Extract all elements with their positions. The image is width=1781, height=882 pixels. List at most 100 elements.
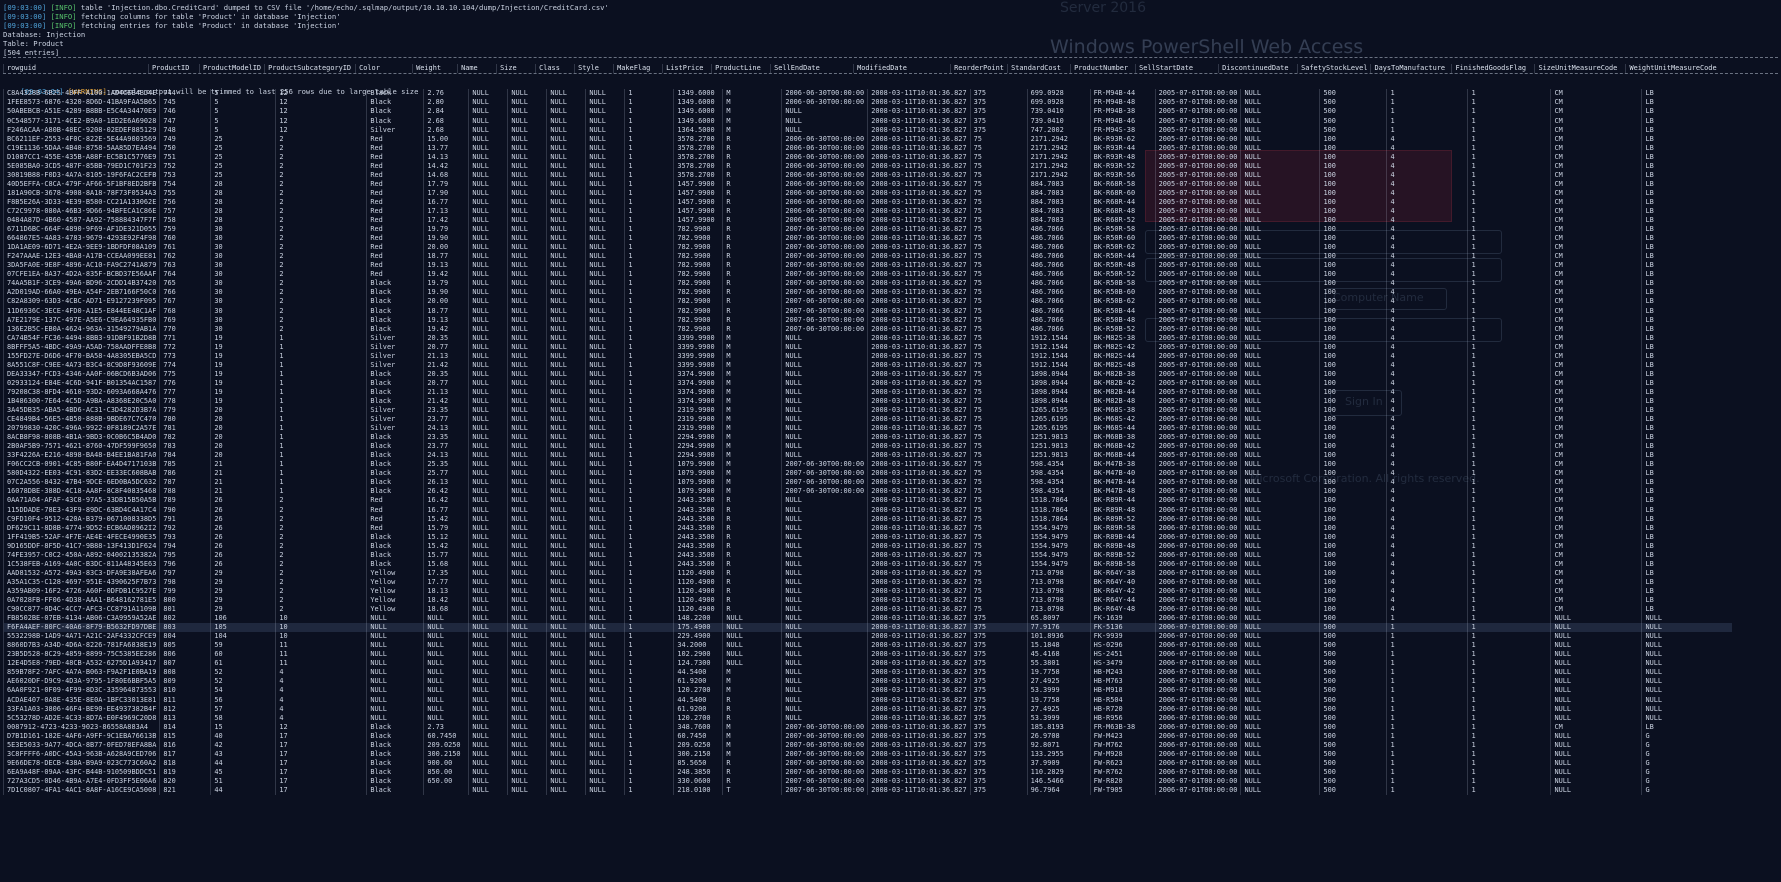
table-cell: 1 [624, 496, 674, 506]
table-row: 20799830-420C-496A-9922-0F8189C2A57E 781 2… [3, 424, 1733, 434]
table-cell: NULL [546, 704, 586, 714]
table-cell: NULL [585, 704, 625, 714]
table-cell: 1898.0944 [1026, 378, 1091, 388]
table-cell: Yellow [366, 577, 424, 587]
table-cell: 1 [624, 107, 674, 117]
table-cell: 1364.5000 [673, 125, 723, 135]
table-cell: NULL [468, 568, 508, 578]
table-cell: CM [1550, 288, 1642, 298]
table-cell: FW-M928 [1089, 749, 1156, 759]
table-cell: 1 [275, 487, 367, 497]
table-cell: BK-R50B-44 [1089, 306, 1156, 316]
table-cell: 28 [210, 216, 276, 226]
table-cell: 2007-06-30T00:00:00 [781, 776, 868, 786]
table-cell: NULL [468, 785, 508, 796]
table-cell: 727A3CD5-0D46-4B9A-A7E4-0FD3FF5E06A6 [3, 776, 160, 786]
table-cell: 2 [275, 161, 367, 171]
table-cell: BK-R50R-58 [1089, 225, 1156, 235]
table-cell: NULL [507, 514, 547, 524]
table-cell: CM [1550, 496, 1642, 506]
table-cell: NULL [468, 225, 508, 235]
table-cell: R [722, 559, 782, 569]
table-cell: M [722, 749, 782, 759]
table-row: 1FF419B5-52AF-4F7E-AE4E-4FECE4990E35 793 2… [3, 532, 1733, 542]
table-cell: NULL [1240, 279, 1320, 289]
table-cell: FK-1639 [1089, 614, 1156, 624]
table-cell: 884.7083 [1026, 197, 1091, 207]
table-cell: LB [1641, 478, 1733, 488]
table-cell: LB [1641, 170, 1733, 180]
table-cell: NULL [781, 668, 868, 678]
table-cell: NULL [468, 279, 508, 289]
table-cell: 19.90 [423, 234, 469, 244]
table-cell: 15.77 [423, 550, 469, 560]
table-row: 2B0AF5B9-7571-4621-8760-47DF599F9650 783 2… [3, 442, 1733, 452]
table-cell: 100 [1319, 487, 1387, 497]
table-cell: 19 [210, 387, 276, 397]
table-cell: Red [366, 496, 424, 506]
table-cell: NULL [546, 360, 586, 370]
table-cell: NULL [546, 351, 586, 361]
table-cell: BK-R89B-58 [1089, 559, 1156, 569]
table-cell: 3399.9900 [673, 351, 723, 361]
table-cell: CM [1550, 596, 1642, 606]
table-cell: FR-M63B-38 [1089, 722, 1156, 732]
table-cell: NULL [546, 152, 586, 162]
table-cell: 44 [210, 758, 276, 768]
table-cell: 75 [969, 161, 1028, 171]
table-cell: 1 [1467, 315, 1551, 325]
table-cell: 75 [969, 496, 1028, 506]
log-text: table 'Injection.dbo.CreditCard' dumped … [76, 3, 609, 12]
table-cell: 2006-06-30T00:00:00 [781, 216, 868, 226]
table-cell: 24.13 [423, 424, 469, 434]
table-cell: 375 [969, 98, 1028, 108]
log-timestamp: [09:03:00] [3, 3, 47, 12]
table-cell: 745 [159, 98, 211, 108]
table-cell: 30 [210, 225, 276, 235]
table-cell: NULL [585, 89, 625, 99]
table-cell: Silver [366, 424, 424, 434]
table-cell: 5E3E5033-9A77-4DCA-8B77-0FED78EFA8BA [3, 740, 160, 750]
table-cell: 2 [275, 496, 367, 506]
table-cell: 2007-06-30T00:00:00 [781, 460, 868, 470]
table-cell: Black [366, 279, 424, 289]
table-cell: 133.2955 [1026, 749, 1091, 759]
table-cell: 1 [624, 442, 674, 452]
table-cell: 20.77 [423, 378, 469, 388]
table-cell: 1 [624, 206, 674, 217]
table-cell: 18.77 [423, 306, 469, 316]
table-cell: 1 [624, 550, 674, 560]
table-cell: NULL [1240, 541, 1320, 551]
table-cell: NULL [781, 396, 868, 407]
table-cell: NULL [781, 532, 868, 542]
table-cell: 2008-03-11T10:01:36.827 [867, 677, 971, 687]
table-cell: 2006-07-01T00:00:00 [1154, 605, 1241, 615]
table-cell: NULL [468, 550, 508, 560]
table-cell: 75 [969, 451, 1028, 461]
table-cell: M [722, 677, 782, 687]
table-cell: NULL [507, 234, 547, 244]
table-cell: LB [1641, 532, 1733, 542]
table-cell: 100 [1319, 550, 1387, 560]
table-cell: CM [1550, 387, 1642, 397]
table-cell: CM [1550, 424, 1642, 434]
table-cell: 17 [275, 776, 367, 786]
column-header: ProductSubcategoryID [264, 64, 356, 74]
table-cell: 100 [1319, 406, 1387, 416]
table-cell: M [722, 351, 782, 361]
table-cell: NULL [507, 288, 547, 298]
table-cell: BK-R50R-62 [1089, 243, 1156, 253]
table-cell: 0484A87D-4B60-4507-AA92-758884347F7F [3, 216, 160, 226]
table-cell: FB8502BE-07EB-4134-AB06-C3A9959A52AE [3, 614, 160, 624]
table-cell: 1 [1386, 704, 1468, 714]
table-row: 74AA5B1F-3CE9-49A6-BD96-2CDD14B37420 765 3… [3, 279, 1733, 289]
table-row: 5532298B-1AD9-4A71-A21C-2AF4332CFCE9 804 1… [3, 632, 1733, 642]
table-cell: NULL [468, 243, 508, 253]
table-cell: 3C8FFFF6-A0DC-45A3-963B-A628A9CED706 [3, 749, 160, 759]
table-cell: NULL [585, 243, 625, 253]
table-cell: 4 [275, 695, 367, 705]
table-cell: 29 [210, 605, 276, 615]
table-row: 07CFE1EA-8A37-4D2A-835F-BCBD37E56AAF 764 3… [3, 270, 1733, 280]
table-cell: NULL [781, 550, 868, 560]
table-cell: CM [1550, 152, 1642, 162]
